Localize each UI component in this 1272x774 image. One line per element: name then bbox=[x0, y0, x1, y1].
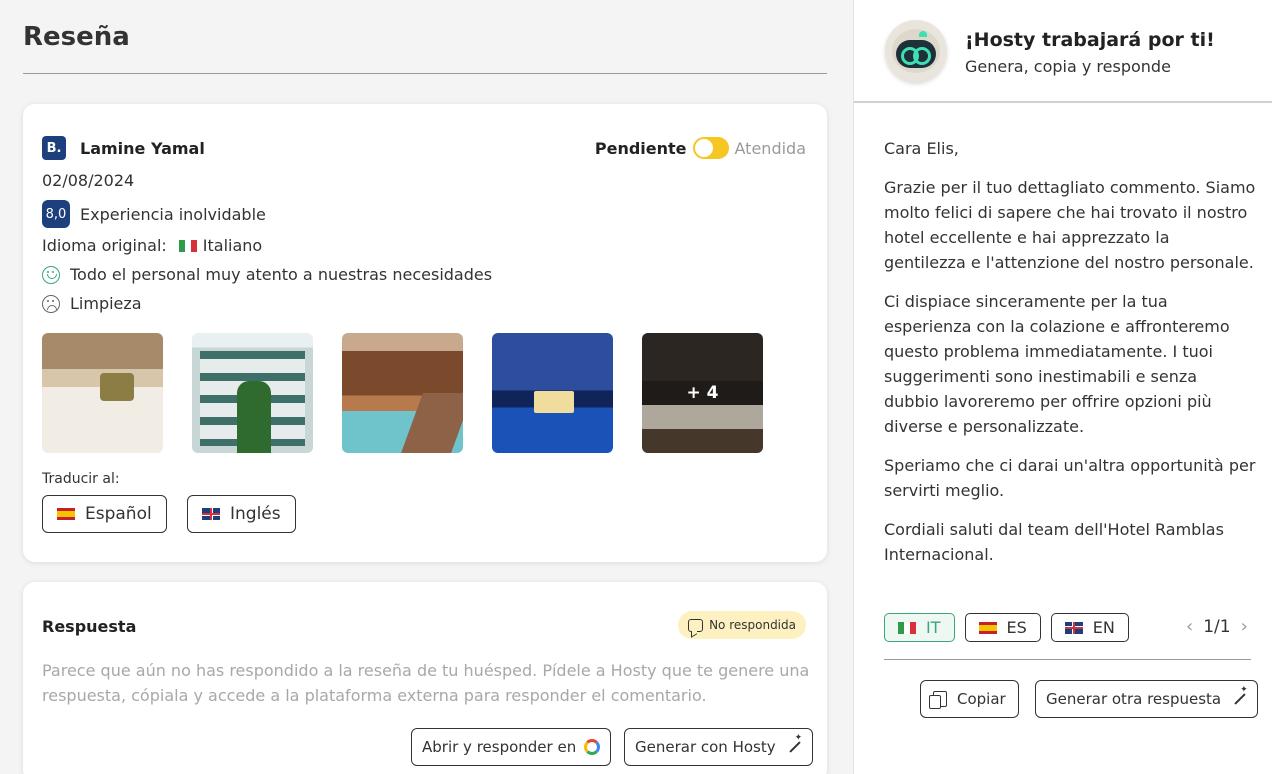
chevron-right-icon[interactable]: › bbox=[1241, 616, 1248, 637]
review-photo[interactable] bbox=[192, 333, 313, 453]
photo-gallery: + 4 bbox=[42, 333, 763, 453]
google-icon bbox=[584, 739, 601, 755]
uk-flag-icon bbox=[202, 508, 220, 520]
hosty-title: ¡Hosty trabajará por ti! bbox=[965, 29, 1215, 51]
generate-with-hosty-button[interactable]: Generar con Hosty bbox=[624, 728, 813, 766]
response-greeting: Cara Elis, bbox=[884, 139, 959, 158]
open-google-label: Abrir y responder en bbox=[422, 738, 577, 756]
sad-face-icon bbox=[42, 294, 60, 313]
spain-flag-icon bbox=[978, 621, 997, 634]
copy-button-label: Copiar bbox=[957, 690, 1006, 708]
reply-placeholder-text: Parece que aún no has respondido a la re… bbox=[42, 661, 810, 705]
response-paragraph: Ci dispiace sinceramente per la tua espe… bbox=[884, 292, 1230, 436]
more-photos-count: + 4 bbox=[642, 333, 763, 453]
review-photo[interactable] bbox=[342, 333, 463, 453]
hosty-panel: ¡Hosty trabajará por ti! Genera, copia y… bbox=[853, 0, 1272, 774]
review-section: Reseña B. Lamine Yamal Pendiente Atendid… bbox=[0, 0, 853, 774]
original-language-row: Idioma original: Italiano bbox=[42, 236, 262, 255]
booking-logo-icon: B. bbox=[42, 136, 66, 160]
translate-spanish-button[interactable]: Español bbox=[42, 495, 167, 533]
review-date-text: 02/08/2024 bbox=[42, 171, 135, 190]
copy-button[interactable]: Copiar bbox=[920, 680, 1019, 718]
magic-wand-icon bbox=[1231, 685, 1248, 707]
review-photo[interactable] bbox=[492, 333, 613, 453]
translate-label: Traducir al: bbox=[42, 471, 120, 487]
translate-english-label: Inglés bbox=[230, 504, 281, 524]
review-headline: Experiencia inolvidable bbox=[80, 204, 266, 224]
smile-icon bbox=[42, 265, 60, 284]
hosty-subtitle: Genera, copia y responde bbox=[965, 57, 1171, 76]
robot-head bbox=[892, 29, 940, 73]
translate-english-button[interactable]: Inglés bbox=[187, 495, 296, 533]
copy-icon bbox=[929, 691, 947, 709]
response-language-tabs: IT ES EN bbox=[884, 613, 1129, 642]
review-score-row: 8,0 Experiencia inolvidable bbox=[42, 200, 266, 228]
language-tab-label: ES bbox=[1006, 618, 1027, 637]
positive-comment: Todo el personal muy atento a nuestras n… bbox=[70, 265, 493, 284]
review-author-row: B. Lamine Yamal bbox=[42, 136, 205, 160]
response-pager: ‹ 1/1 › bbox=[1186, 616, 1248, 637]
response-paragraph: Speriamo che ci darai un'altra opportuni… bbox=[884, 456, 1256, 500]
open-google-button[interactable]: Abrir y responder en bbox=[411, 728, 612, 766]
language-tab-label: IT bbox=[926, 618, 941, 637]
review-author: Lamine Yamal bbox=[80, 138, 205, 158]
response-paragraph: Grazie per il tuo dettagliato commento. … bbox=[884, 178, 1256, 272]
reply-title: Respuesta bbox=[42, 617, 137, 636]
status-attended-label: Atendida bbox=[734, 138, 806, 158]
chat-bubble-icon bbox=[688, 618, 704, 632]
magic-wand-icon bbox=[786, 733, 803, 755]
italy-flag-icon bbox=[898, 621, 916, 634]
original-language: Italiano bbox=[202, 236, 263, 255]
positive-comment-row: Todo el personal muy atento a nuestras n… bbox=[42, 265, 492, 284]
robot-icon bbox=[885, 20, 947, 82]
title-divider bbox=[23, 73, 827, 74]
spain-flag-icon bbox=[57, 508, 75, 520]
status-badge-label: No respondida bbox=[709, 618, 796, 632]
response-signoff: Cordiali saluti dal team dell'Hotel Ramb… bbox=[884, 520, 1224, 564]
generate-with-hosty-label: Generar con Hosty bbox=[635, 738, 776, 756]
status-badge: No respondida bbox=[678, 611, 806, 639]
translate-spanish-label: Español bbox=[85, 504, 152, 524]
review-photo[interactable] bbox=[42, 333, 163, 453]
score-badge: 8,0 bbox=[42, 200, 70, 228]
language-tab-en[interactable]: EN bbox=[1050, 613, 1129, 642]
page-title: Reseña bbox=[23, 22, 130, 52]
status-toggle[interactable] bbox=[692, 137, 729, 159]
chevron-left-icon[interactable]: ‹ bbox=[1186, 616, 1193, 637]
reply-card: Respuesta No respondida Parece que aún n… bbox=[23, 582, 827, 774]
language-tab-it[interactable]: IT bbox=[884, 613, 955, 642]
toggle-knob bbox=[694, 139, 713, 157]
language-tab-es[interactable]: ES bbox=[964, 613, 1041, 642]
review-card: B. Lamine Yamal Pendiente Atendida 02/08… bbox=[23, 104, 827, 562]
pager-count: 1/1 bbox=[1203, 616, 1231, 637]
review-photo-more[interactable]: + 4 bbox=[642, 333, 763, 453]
original-language-label: Idioma original: bbox=[42, 236, 167, 255]
uk-flag-icon bbox=[1064, 621, 1083, 634]
negative-comment-row: Limpieza bbox=[42, 294, 142, 313]
robot-face bbox=[896, 40, 936, 68]
regenerate-response-label: Generar otra respuesta bbox=[1046, 690, 1222, 708]
review-date: 02/08/2024 bbox=[42, 171, 134, 190]
robot-antenna bbox=[919, 31, 927, 37]
regenerate-response-button[interactable]: Generar otra respuesta bbox=[1035, 680, 1259, 718]
actions-divider bbox=[884, 659, 1251, 660]
status-toggle-group: Pendiente Atendida bbox=[595, 137, 806, 159]
status-pending-label: Pendiente bbox=[594, 138, 687, 158]
italy-flag-icon bbox=[178, 239, 197, 252]
panel-divider bbox=[854, 101, 1272, 103]
negative-comment: Limpieza bbox=[70, 294, 142, 313]
language-tab-label: EN bbox=[1092, 618, 1115, 637]
generated-response: Cara Elis, Grazie per il tuo dettagliato… bbox=[884, 136, 1256, 581]
